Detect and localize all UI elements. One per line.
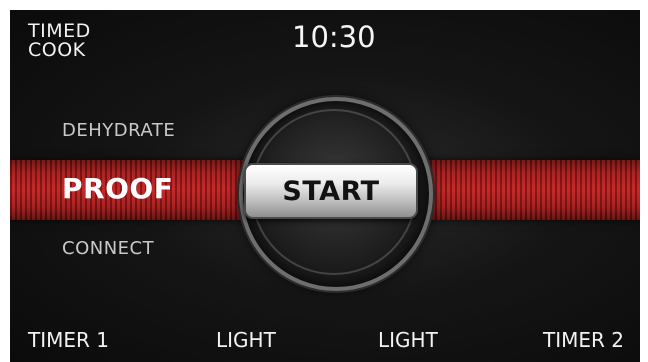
start-button[interactable]: START [244, 163, 418, 219]
menu-item-proof-selected[interactable]: PROOF [62, 172, 173, 205]
clock-display: 10:30 [292, 20, 376, 54]
mode-title-line2: COOK [28, 39, 86, 61]
light-button-left[interactable]: LIGHT [216, 328, 276, 352]
timer-1-button[interactable]: TIMER 1 [28, 328, 109, 352]
timer-2-button[interactable]: TIMER 2 [543, 328, 624, 352]
light-button-right[interactable]: LIGHT [378, 328, 438, 352]
oven-control-screen: TIMED COOK 10:30 DEHYDRATE PROOF CONNECT… [10, 10, 640, 362]
mode-title: TIMED COOK [28, 22, 91, 60]
menu-item-connect[interactable]: CONNECT [62, 238, 154, 259]
start-button-label: START [282, 175, 380, 207]
menu-item-dehydrate[interactable]: DEHYDRATE [62, 120, 175, 141]
